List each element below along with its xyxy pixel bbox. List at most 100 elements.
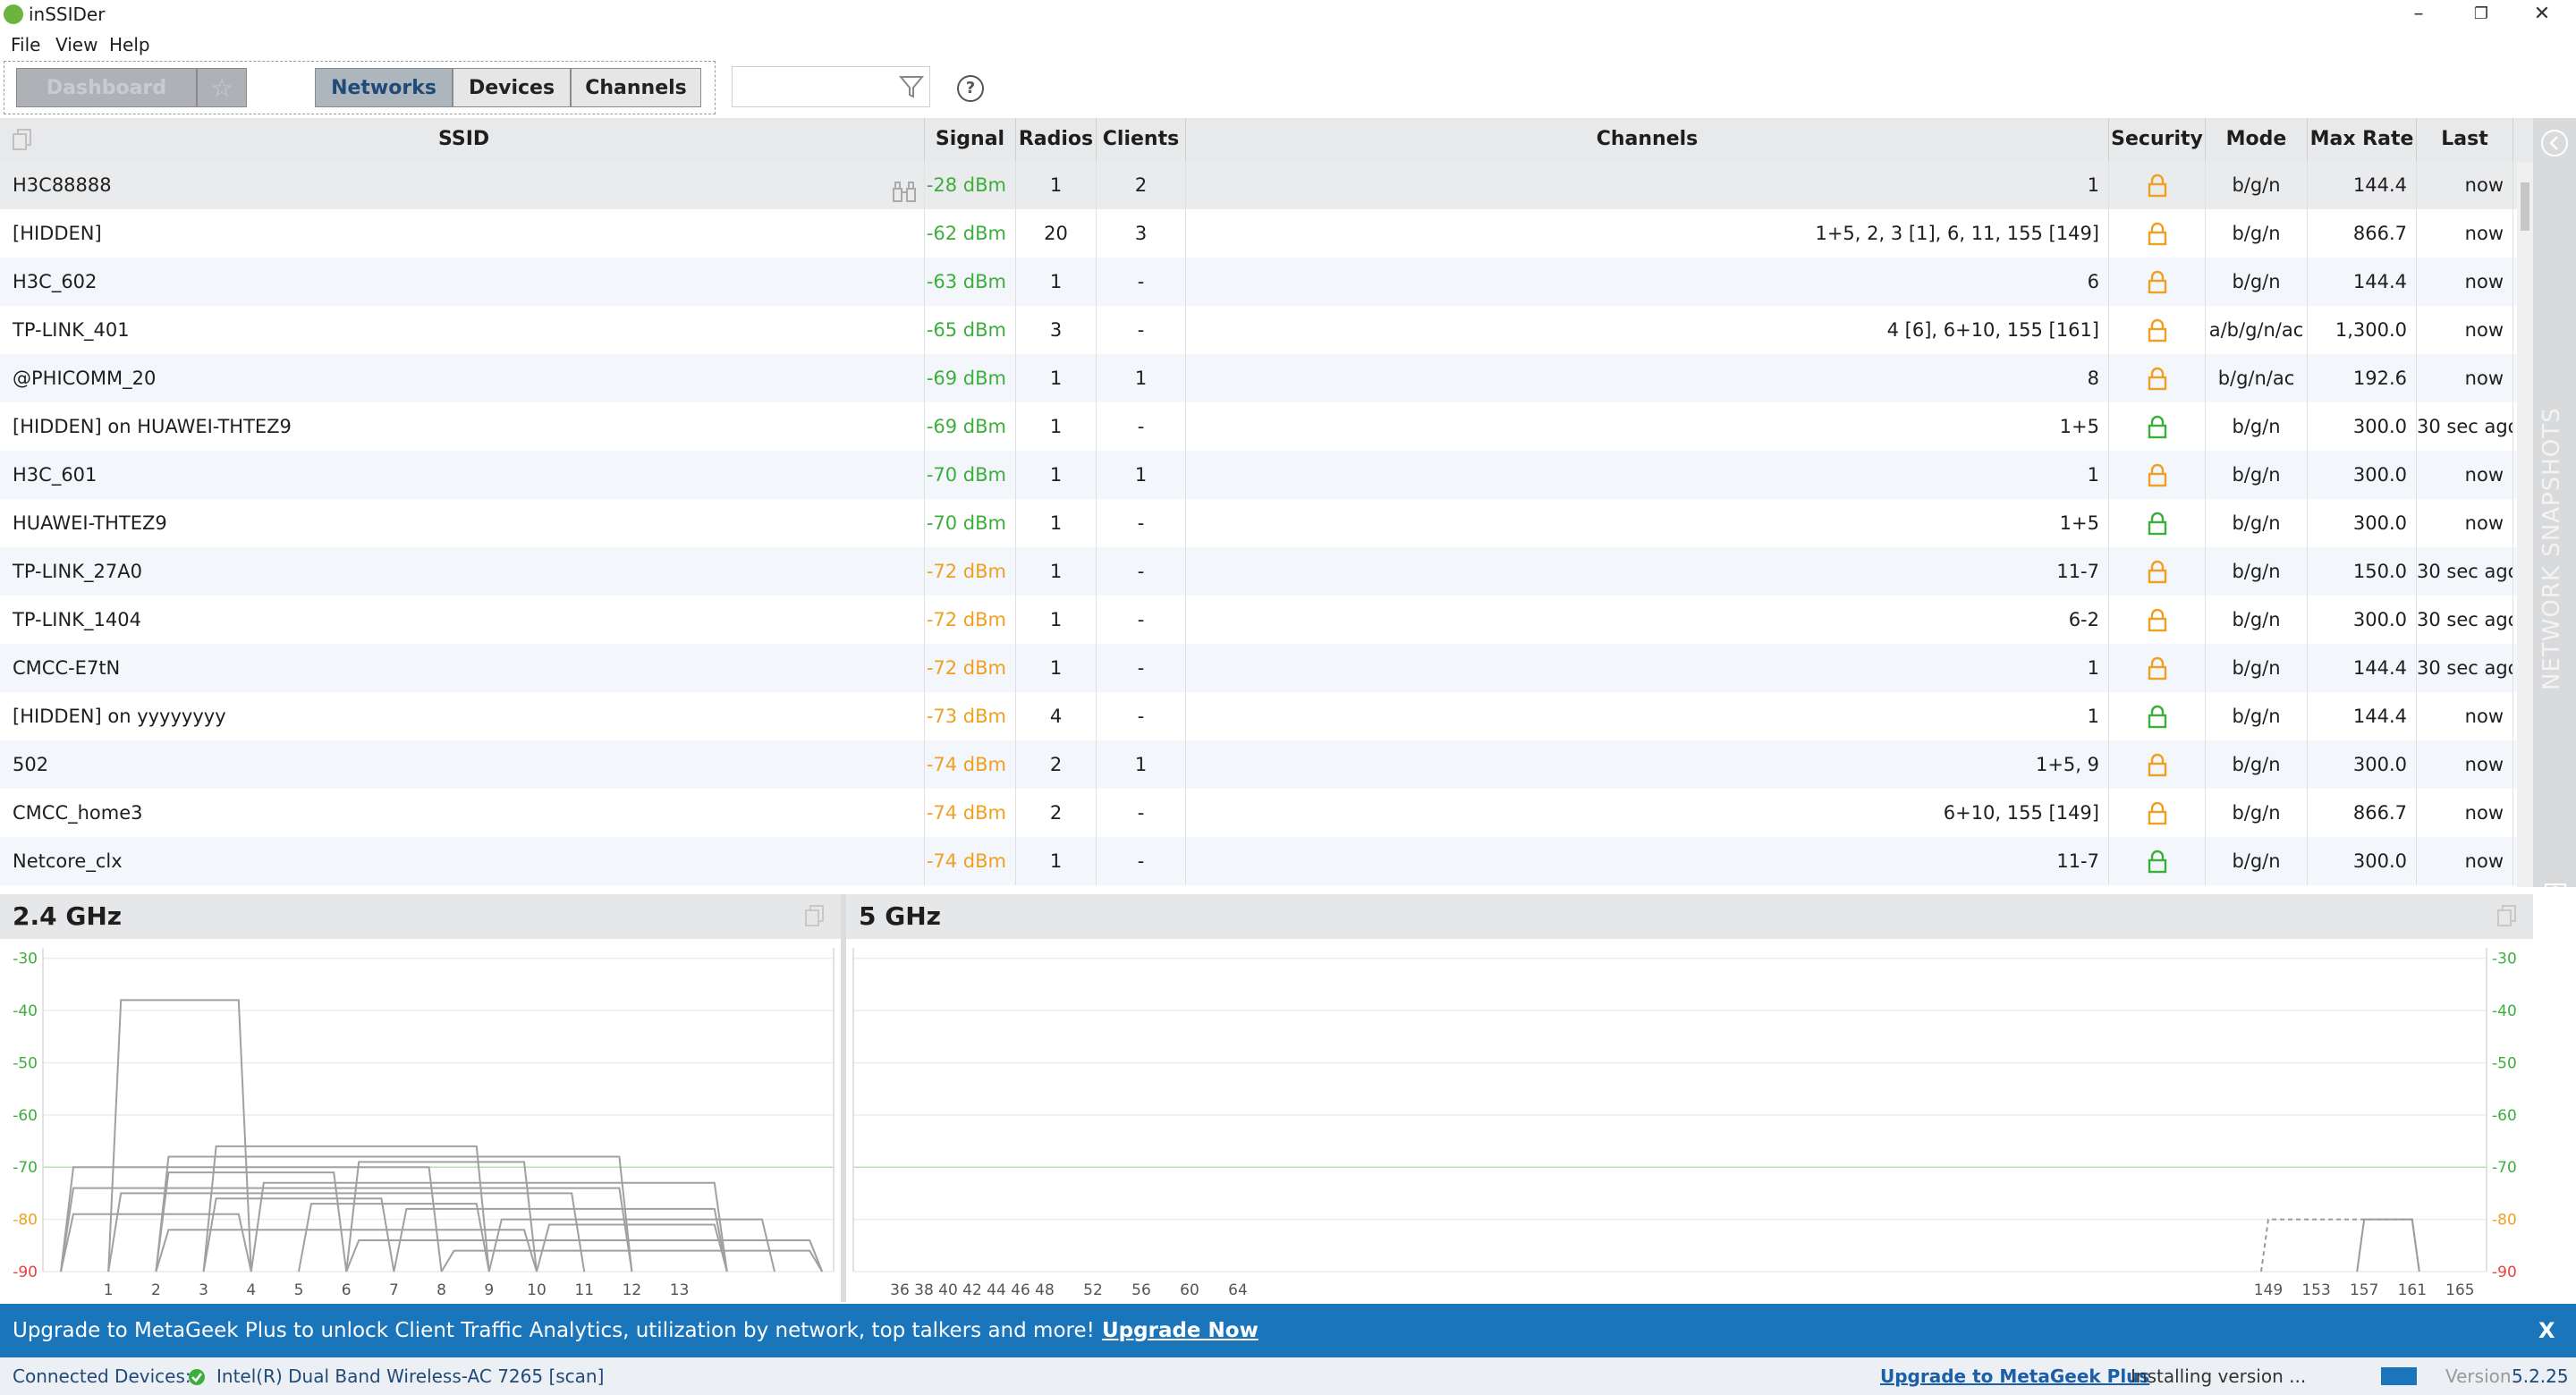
table-row[interactable]: H3C_602 -63 dBm 1-6 b/g/n 144.4 now <box>0 258 2533 306</box>
x-tick-label: 40 <box>938 1281 958 1299</box>
table-row[interactable]: TP-LINK_27A0 -72 dBm 1-11-7 b/g/n 150.0 30 se… <box>0 547 2533 596</box>
dashboard-button[interactable]: Dashboard <box>16 68 197 107</box>
scrollbar-thumb[interactable] <box>2521 182 2529 231</box>
cell-ssid: 502 <box>0 740 925 789</box>
restore-button[interactable]: ❐ <box>2462 2 2501 27</box>
column-mode[interactable]: Mode <box>2206 118 2308 161</box>
connected-device[interactable]: Intel(R) Dual Band Wireless-AC 7265 [sca… <box>216 1357 604 1395</box>
cell-last-seen: 30 sec ago <box>2417 547 2513 596</box>
y-tick-label: -80 <box>13 1212 38 1230</box>
close-button[interactable]: ✕ <box>2522 2 2562 27</box>
cell-channels: 1 <box>1186 692 2109 740</box>
minimize-button[interactable]: – <box>2399 2 2438 27</box>
table-row[interactable]: [HIDDEN] on yyyyyyyy -73 dBm 4-1 b/g/n 144.4… <box>0 692 2533 740</box>
y-tick-label: -50 <box>2492 1054 2517 1072</box>
table-row[interactable]: TP-LINK_1404 -72 dBm 1-6-2 b/g/n 300.0 30 sec… <box>0 596 2533 644</box>
cell-max-rate: 866.7 <box>2308 209 2417 258</box>
cell-ssid: TP-LINK_27A0 <box>0 547 925 596</box>
cell-signal: -69 dBm <box>925 354 1016 402</box>
menu-help[interactable]: Help <box>109 34 150 55</box>
x-tick-label: 5 <box>294 1281 304 1299</box>
copy-icon[interactable] <box>805 905 825 926</box>
toolbar: Dashboard ☆ Networks Devices Channels ? <box>0 57 2576 119</box>
cell-radios: 1 <box>1016 161 1097 209</box>
upgrade-metageek-link[interactable]: Upgrade to MetaGeek Plus <box>1880 1357 2149 1395</box>
column-max-rate[interactable]: Max Rate <box>2308 118 2417 161</box>
table-row[interactable]: CMCC-E7tN -72 dBm 1-1 b/g/n 144.4 30 sec ago <box>0 644 2533 692</box>
banner-close-button[interactable]: X <box>2538 1304 2555 1357</box>
table-row[interactable]: H3C88888 -28 dBm 1 2 1 b/g/n 144.4 now <box>0 161 2533 209</box>
cell-radios: 1 <box>1016 258 1097 306</box>
menu-view[interactable]: View <box>55 34 97 55</box>
cell-radios: 1 <box>1016 354 1097 402</box>
chart-title-24ghz: 2.4 GHz <box>0 894 841 939</box>
lock-icon <box>2109 837 2206 885</box>
column-channels[interactable]: Channels <box>1186 118 2109 161</box>
cell-channels: 6-2 <box>1186 596 2109 644</box>
star-icon[interactable]: ☆ <box>197 68 247 107</box>
cell-ssid: HUAWEI-THTEZ9 <box>0 499 925 547</box>
table-row[interactable]: [HIDDEN] on HUAWEI-THTEZ9 -69 dBm 1-1+5 b/g… <box>0 402 2533 451</box>
table-scrollbar[interactable] <box>2517 163 2533 887</box>
cell-signal: -69 dBm <box>925 402 1016 451</box>
tab-devices[interactable]: Devices <box>453 68 571 107</box>
copy-icon[interactable] <box>2497 905 2517 926</box>
network-signal-trace <box>2260 1218 2420 1272</box>
column-last-seen[interactable]: Last Seen <box>2417 118 2513 193</box>
copy-icon[interactable] <box>13 129 32 150</box>
cell-ssid: @PHICOMM_20 <box>0 354 925 402</box>
column-clients[interactable]: Clients <box>1097 118 1186 161</box>
cell-mode: b/g/n <box>2206 596 2308 644</box>
x-tick-label: 10 <box>527 1281 547 1299</box>
filter-input[interactable] <box>732 66 930 107</box>
lock-icon <box>2109 161 2206 209</box>
tab-networks[interactable]: Networks <box>315 68 453 107</box>
cell-mode: b/g/n <box>2206 402 2308 451</box>
column-security[interactable]: Security <box>2109 118 2206 161</box>
table-row[interactable]: HUAWEI-THTEZ9 -70 dBm 1-1+5 b/g/n 300.0 now <box>0 499 2533 547</box>
cell-radios: 1 <box>1016 644 1097 692</box>
table-row[interactable]: [HIDDEN] -62 dBm 20 3 1+5, 2, 3 [1], 6, 11, … <box>0 209 2533 258</box>
camera-icon[interactable] <box>2544 880 2567 900</box>
upgrade-banner: Upgrade to MetaGeek Plus to unlock Clien… <box>0 1304 2576 1357</box>
network-snapshots-sidebar[interactable]: NETWORK SNAPSHOTS <box>2533 118 2576 899</box>
table-row[interactable]: 502 -74 dBm 2 1 1+5, 9 b/g/n 300.0 now <box>0 740 2533 789</box>
binoculars-icon[interactable] <box>891 173 918 202</box>
table-row[interactable]: @PHICOMM_20 -69 dBm 1 1 8 b/g/n/ac 192.6 now <box>0 354 2533 402</box>
cell-max-rate: 300.0 <box>2308 402 2417 451</box>
x-tick-label: 3 <box>199 1281 208 1299</box>
menu-file[interactable]: File <box>11 34 40 55</box>
lock-icon <box>2109 451 2206 499</box>
cell-clients: 3 <box>1097 209 1186 258</box>
x-tick-label: 52 <box>1083 1281 1103 1299</box>
upgrade-now-link[interactable]: Upgrade Now <box>1102 1304 1258 1357</box>
table-row[interactable]: H3C_601 -70 dBm 1 1 1 b/g/n 300.0 now <box>0 451 2533 499</box>
tab-channels[interactable]: Channels <box>571 68 701 107</box>
cell-mode: b/g/n/ac <box>2206 354 2308 402</box>
help-icon[interactable]: ? <box>957 75 984 102</box>
cell-last-seen: now <box>2417 451 2513 499</box>
x-tick-label: 42 <box>962 1281 982 1299</box>
column-signal[interactable]: Signal <box>925 118 1016 161</box>
cell-radios: 20 <box>1016 209 1097 258</box>
y-tick-label: -90 <box>2492 1264 2517 1281</box>
column-ssid[interactable]: SSID <box>0 118 925 161</box>
cell-max-rate: 300.0 <box>2308 499 2417 547</box>
network-signal-trace <box>107 1192 586 1272</box>
cell-clients: - <box>1097 258 1186 306</box>
column-radios[interactable]: Radios <box>1016 118 1097 161</box>
chart-panel-5ghz: 5 GHz -30 -40 -50 -60 -70 -80 -90 36 38 40 42 44 46 4… <box>846 894 2533 1302</box>
chart-24ghz: -30-40-50-60-70-80-901 2 3 4 5 6 7 8 9 10 11 12 13 <box>13 948 835 1299</box>
table-row[interactable]: Netcore_clx -74 dBm 1-11-7 b/g/n 300.0 now <box>0 837 2533 885</box>
cell-signal: -74 dBm <box>925 740 1016 789</box>
cell-channels: 1 <box>1186 644 2109 692</box>
table-row[interactable]: TP-LINK_401 -65 dBm 3-4 [6], 6+10, 155 [16… <box>0 306 2533 354</box>
chevron-left-icon[interactable] <box>2540 129 2569 157</box>
status-bar: Connected Devices: Intel(R) Dual Band Wi… <box>0 1357 2576 1395</box>
table-row[interactable]: CMCC_home3 -74 dBm 2-6+10, 155 [149] b/g/n 8… <box>0 789 2533 837</box>
cell-last-seen: now <box>2417 258 2513 306</box>
installing-status: Installing version ... <box>2131 1365 2307 1387</box>
filter-icon[interactable] <box>899 74 924 99</box>
lock-icon <box>2109 789 2206 837</box>
cell-radios: 1 <box>1016 837 1097 885</box>
